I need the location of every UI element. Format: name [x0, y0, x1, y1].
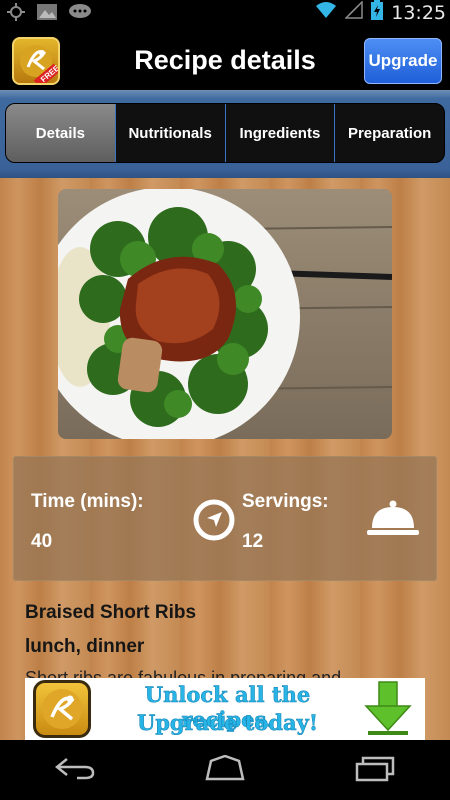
status-bar: 13:25 — [0, 0, 450, 25]
gps-icon — [6, 2, 26, 27]
ad-banner[interactable]: Unlock all the recipes. Upgrade today! — [25, 678, 425, 740]
message-icon — [68, 3, 92, 26]
recipe-content[interactable]: Time (mins): 40 Servings: 12 Braised Sho… — [0, 178, 450, 740]
tab-preparation[interactable]: Preparation — [334, 104, 444, 162]
home-icon — [201, 754, 249, 786]
recents-button[interactable] — [335, 740, 415, 800]
ad-subline: Upgrade today! — [136, 710, 319, 736]
cloche-icon — [366, 499, 420, 542]
system-icons: 13:25 — [315, 0, 446, 25]
back-icon — [53, 755, 97, 786]
clock: 13:25 — [391, 1, 446, 24]
navigation-bar — [0, 740, 450, 800]
recents-icon — [353, 754, 397, 787]
notification-icons — [6, 2, 92, 27]
recipe-meals: lunch, dinner — [25, 636, 145, 657]
recipe-photo — [58, 189, 392, 439]
wifi-icon — [315, 1, 337, 24]
time-value: 40 — [31, 531, 53, 552]
download-arrow-icon — [363, 680, 413, 740]
tab-ingredients[interactable]: Ingredients — [224, 104, 335, 162]
home-button[interactable] — [185, 740, 265, 800]
tab-nutritionals[interactable]: Nutritionals — [114, 104, 225, 162]
tab-details[interactable]: Details — [6, 104, 115, 162]
image-icon — [36, 3, 58, 26]
upgrade-button[interactable]: Upgrade — [364, 38, 442, 84]
info-card: Time (mins): 40 Servings: 12 — [13, 456, 437, 581]
time-label: Time (mins): — [31, 491, 144, 512]
signal-icon — [344, 0, 363, 24]
app-header: FREE Recipe details Upgrade — [0, 25, 450, 90]
back-button[interactable] — [35, 740, 115, 800]
battery-icon — [371, 0, 384, 25]
tab-strip: Details Nutritionals Ingredients Prepara… — [0, 90, 450, 178]
servings-value: 12 — [242, 531, 264, 552]
servings-label: Servings: — [242, 491, 329, 512]
compass-icon — [192, 498, 236, 547]
recipe-name: Braised Short Ribs — [25, 602, 197, 623]
tab-bar: Details Nutritionals Ingredients Prepara… — [5, 103, 445, 163]
ad-logo — [33, 680, 91, 738]
